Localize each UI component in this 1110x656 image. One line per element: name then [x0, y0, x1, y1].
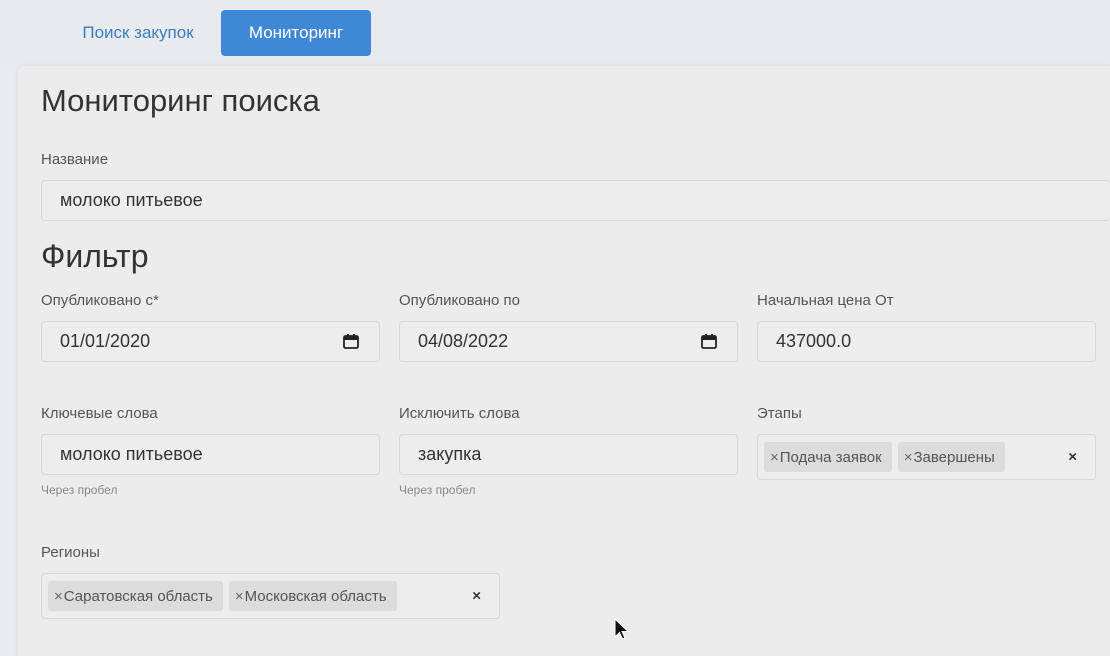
region-chip-label: Саратовская область [63, 587, 213, 605]
stage-chip: × Завершены [897, 442, 1005, 472]
page-title: Мониторинг поиска [41, 83, 320, 118]
mouse-pointer-icon [614, 617, 630, 647]
calendar-icon[interactable] [700, 334, 717, 350]
start-price-value: 437000.0 [776, 331, 852, 351]
exclude-words-hint: Через пробел [399, 483, 476, 497]
stages-label: Этапы [757, 405, 802, 422]
published-from-label: Опубликовано с* [41, 292, 159, 309]
chip-remove-icon[interactable]: × [904, 449, 913, 466]
published-to-input[interactable]: 04/08/2022 [399, 321, 738, 362]
top-nav: Поиск закупок Мониторинг [0, 0, 1110, 66]
region-chip: × Московская область [228, 581, 397, 611]
stage-chip-label: Завершены [913, 448, 995, 466]
keywords-label: Ключевые слова [41, 405, 158, 422]
regions-label: Регионы [41, 544, 100, 561]
exclude-words-label: Исключить слова [399, 405, 520, 422]
clear-regions-icon[interactable]: × [472, 588, 481, 605]
start-price-label: Начальная цена От [757, 292, 894, 309]
keywords-input[interactable]: молоко питьевое [41, 434, 380, 475]
keywords-value: молоко питьевое [60, 444, 203, 464]
exclude-words-value: закупка [418, 444, 482, 464]
name-input[interactable]: молоко питьевое [41, 180, 1110, 221]
region-chip: × Саратовская область [48, 581, 223, 611]
name-input-value: молоко питьевое [60, 190, 203, 210]
published-from-value: 01/01/2020 [60, 331, 151, 351]
stage-chip: × Подача заявок [764, 442, 892, 472]
clear-stages-icon[interactable]: × [1068, 449, 1077, 466]
keywords-hint: Через пробел [41, 483, 118, 497]
tab-procurement-search[interactable]: Поиск закупок [60, 10, 216, 56]
stages-select[interactable]: × Подача заявок × Завершены × [757, 434, 1096, 480]
filter-title: Фильтр [41, 238, 149, 274]
published-from-input[interactable]: 01/01/2020 [41, 321, 380, 362]
published-to-value: 04/08/2022 [418, 331, 509, 351]
regions-select[interactable]: × Саратовская область × Московская облас… [41, 573, 500, 619]
chip-remove-icon[interactable]: × [770, 449, 779, 466]
calendar-icon[interactable] [342, 334, 359, 350]
stage-chip-label: Подача заявок [779, 448, 882, 466]
exclude-words-input[interactable]: закупка [399, 434, 738, 475]
name-label: Название [41, 151, 109, 168]
chip-remove-icon[interactable]: × [54, 588, 63, 605]
chip-remove-icon[interactable]: × [235, 588, 244, 605]
published-to-label: Опубликовано по [399, 292, 520, 309]
tab-monitoring[interactable]: Мониторинг [221, 10, 371, 56]
start-price-input[interactable]: 437000.0 [757, 321, 1096, 362]
region-chip-label: Московская область [244, 587, 387, 605]
